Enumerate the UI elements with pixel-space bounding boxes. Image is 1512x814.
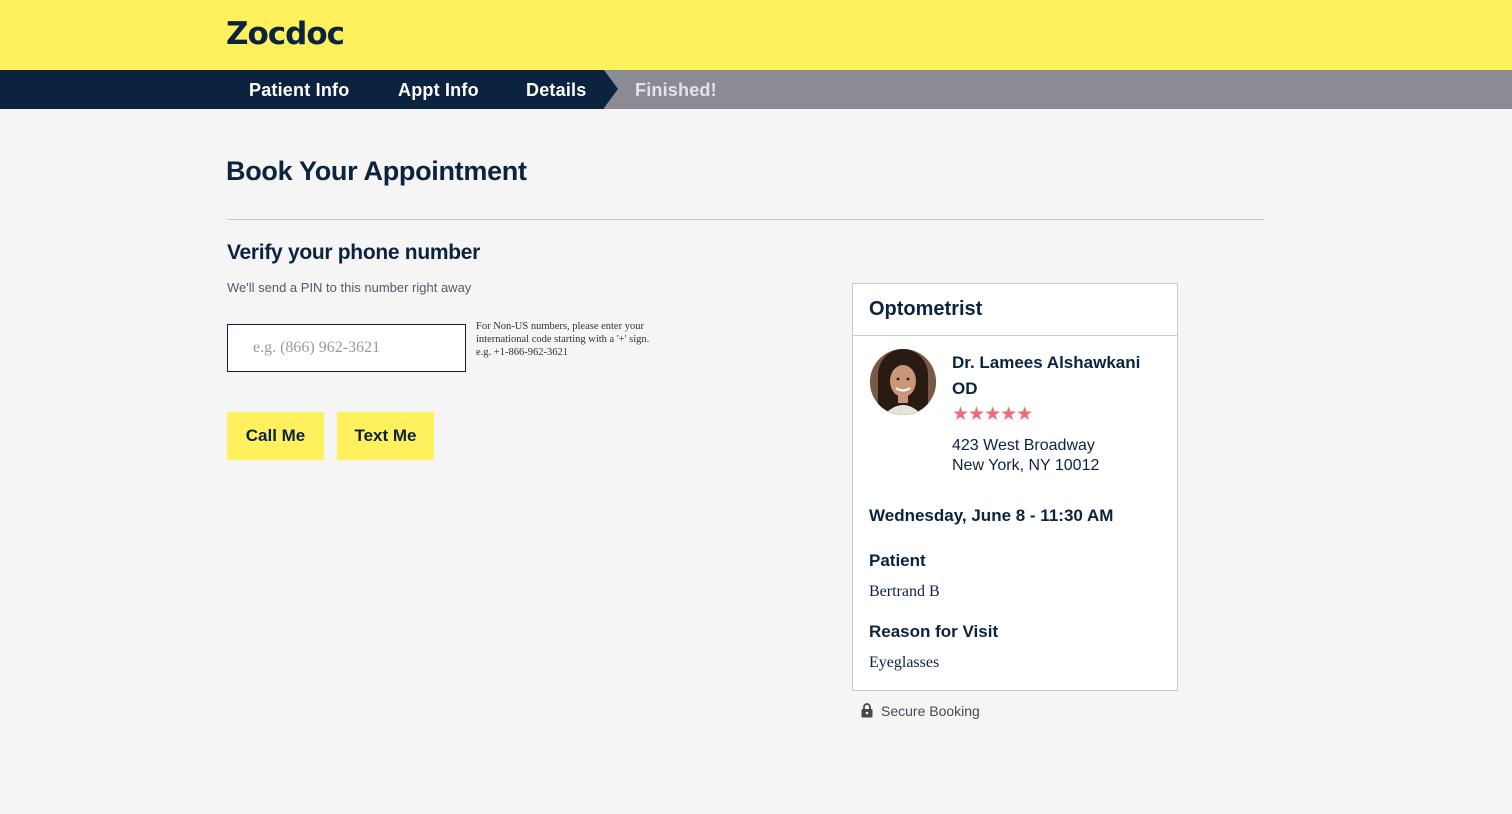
phone-number-input[interactable] bbox=[227, 324, 466, 372]
star-rating-icon: ★★★★★ bbox=[952, 404, 1033, 425]
call-me-button[interactable]: Call Me bbox=[227, 412, 324, 460]
address-line-2: New York, NY 10012 bbox=[952, 457, 1100, 474]
step-arrow-icon bbox=[604, 70, 618, 108]
progress-steps: Patient Info Appt Info Details Finished! bbox=[0, 70, 1512, 109]
doctor-name-link[interactable]: Dr. Lamees Alshawkani OD bbox=[952, 350, 1162, 402]
reason-value: Eyeglasses bbox=[869, 654, 940, 671]
divider bbox=[227, 219, 1264, 220]
note-line: international code starting with a '+' s… bbox=[476, 334, 650, 345]
booking-summary-card: Optometrist Dr. Lamees Alshawkani OD ★★★… bbox=[852, 283, 1178, 691]
lock-icon bbox=[861, 703, 873, 718]
specialty-title: Optometrist bbox=[869, 298, 983, 320]
note-line: e.g. +1-866-962-3621 bbox=[476, 347, 568, 358]
step-details: Details bbox=[526, 80, 587, 100]
zocdoc-logo[interactable]: Zocdoc bbox=[226, 16, 345, 52]
doctor-photo-icon bbox=[870, 349, 936, 415]
verify-phone-heading: Verify your phone number bbox=[227, 241, 481, 264]
doctor-address: 423 West Broadway New York, NY 10012 bbox=[952, 436, 1099, 476]
note-line: For Non-US numbers, please enter your bbox=[476, 321, 644, 332]
appointment-datetime: Wednesday, June 8 - 11:30 AM bbox=[869, 506, 1114, 525]
patient-name: Bertrand B bbox=[869, 583, 940, 600]
verify-phone-subtext: We'll send a PIN to this number right aw… bbox=[227, 280, 472, 295]
international-number-note: For Non-US numbers, please enter your in… bbox=[476, 320, 686, 359]
top-header: Zocdoc bbox=[0, 0, 1512, 70]
secure-booking-text: Secure Booking bbox=[881, 703, 980, 719]
step-finished: Finished! bbox=[635, 80, 717, 100]
step-patient-info: Patient Info bbox=[249, 80, 350, 100]
address-line-1: 423 West Broadway bbox=[952, 437, 1095, 454]
doctor-avatar bbox=[870, 349, 936, 415]
patient-label: Patient bbox=[869, 551, 926, 570]
card-header: Optometrist bbox=[853, 284, 1177, 336]
reason-label: Reason for Visit bbox=[869, 622, 999, 641]
page-title: Book Your Appointment bbox=[226, 156, 527, 186]
text-me-button[interactable]: Text Me bbox=[337, 412, 434, 460]
step-appt-info: Appt Info bbox=[398, 80, 479, 100]
